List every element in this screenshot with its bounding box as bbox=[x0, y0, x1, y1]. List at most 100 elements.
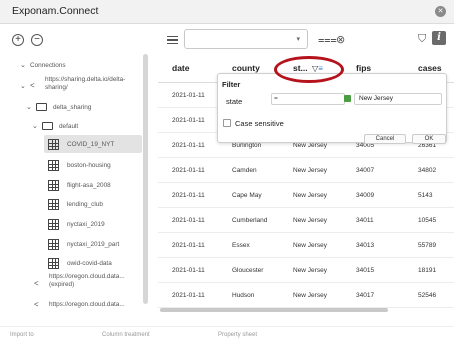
tree-item-label: https://oregon.cloud.data... bbox=[49, 300, 125, 308]
filter-value-input[interactable]: New Jersey bbox=[354, 93, 442, 105]
table-icon bbox=[48, 257, 59, 269]
tree-item-label: COVID_19_NYT bbox=[67, 140, 115, 148]
tree-item-label: lending_club bbox=[67, 200, 103, 208]
tree-item-label: nyctaxi_2019_part bbox=[67, 240, 120, 248]
cell-state: New Jersey bbox=[293, 267, 327, 274]
cell-date: 2021-01-11 bbox=[172, 217, 205, 224]
tree-item-flight-asa-2008[interactable]: flight-asa_2008 bbox=[48, 176, 142, 194]
table-row[interactable]: 2021-01-11 Cumberland New Jersey 34011 1… bbox=[158, 208, 454, 233]
column-search-select[interactable]: ▾ bbox=[184, 29, 308, 49]
clear-filter-icon[interactable]: ⊗ bbox=[336, 33, 345, 46]
cell-date: 2021-01-11 bbox=[172, 292, 205, 299]
tree-item-oregon-expired[interactable]: < https://oregon.cloud.data... (expired) bbox=[34, 273, 142, 295]
highlight-annotation bbox=[274, 56, 344, 83]
table-icon bbox=[48, 198, 59, 210]
cell-state: New Jersey bbox=[293, 167, 327, 174]
share-icon: < bbox=[34, 279, 39, 288]
tree-item-covid-19-nyt[interactable]: COVID_19_NYT bbox=[44, 135, 142, 153]
tab-column-treatment[interactable]: Column treatment bbox=[102, 332, 150, 338]
cell-fips: 34011 bbox=[356, 217, 374, 224]
tree-item-label: https://sharing.delta.io/delta-sharing/ bbox=[45, 76, 126, 91]
cancel-button[interactable]: Cancel bbox=[364, 134, 406, 144]
filter-column-label: state bbox=[226, 97, 243, 106]
table-row[interactable]: 2021-01-11 Essex New Jersey 34013 55789 bbox=[158, 233, 454, 258]
table-row[interactable]: 2021-01-11 Hudson New Jersey 34017 52546 bbox=[158, 283, 454, 308]
cell-county: Cape May bbox=[232, 192, 262, 199]
table-row[interactable]: 2021-01-11 Cape May New Jersey 34009 514… bbox=[158, 183, 454, 208]
add-connection-button[interactable]: + bbox=[12, 34, 24, 46]
chevron-down-icon[interactable]: ⌄ bbox=[20, 61, 30, 69]
ok-button[interactable]: OK bbox=[412, 134, 446, 144]
filter-operator-select[interactable]: = bbox=[271, 93, 345, 105]
tree-item-lending-club[interactable]: lending_club bbox=[48, 195, 142, 213]
cell-date: 2021-01-11 bbox=[172, 242, 205, 249]
table-icon bbox=[48, 159, 59, 171]
chevron-down-icon[interactable]: ⌄ bbox=[26, 103, 36, 111]
tree-item-connections[interactable]: ⌄ Connections bbox=[20, 56, 140, 74]
folder-icon bbox=[36, 103, 47, 111]
case-sensitive-label: Case sensitive bbox=[235, 119, 284, 128]
sidebar-scrollbar[interactable] bbox=[143, 54, 148, 304]
cell-cases: 10545 bbox=[418, 217, 437, 224]
tree-item-nyctaxi-2019-part[interactable]: nyctaxi_2019_part bbox=[48, 235, 142, 253]
chevron-down-icon[interactable]: ⌄ bbox=[20, 82, 30, 90]
tree-item-nyctaxi-2019[interactable]: nyctaxi_2019 bbox=[48, 215, 142, 233]
cell-county: Camden bbox=[232, 167, 257, 174]
cell-fips: 34017 bbox=[356, 292, 375, 299]
cell-cases: 5143 bbox=[418, 192, 433, 199]
tab-import-to[interactable]: Import to bbox=[10, 332, 34, 338]
folder-icon bbox=[42, 122, 53, 130]
table-icon bbox=[48, 238, 59, 250]
tree-item-label: delta_sharing bbox=[53, 103, 92, 111]
table-row[interactable]: 2021-01-11 Gloucester New Jersey 34015 1… bbox=[158, 258, 454, 283]
cell-county: Cumberland bbox=[232, 217, 268, 224]
tab-property-sheet[interactable]: Property sheet bbox=[218, 332, 257, 338]
cell-fips: 34013 bbox=[356, 242, 375, 249]
filter-popup: Filter state = New Jersey Case sensitive… bbox=[217, 73, 447, 144]
tree-item-oregon[interactable]: < https://oregon.cloud.data... bbox=[34, 295, 142, 309]
column-chooser-icon[interactable] bbox=[167, 36, 178, 44]
table-horizontal-scrollbar[interactable] bbox=[160, 308, 388, 312]
cell-state: New Jersey bbox=[293, 217, 327, 224]
tree-item-label: https://oregon.cloud.data... (expired) bbox=[49, 273, 125, 288]
tree-item-owid-covid-data[interactable]: owid-covid-data bbox=[48, 254, 142, 272]
tree-item-label: flight-asa_2008 bbox=[67, 181, 111, 189]
cell-date: 2021-01-11 bbox=[172, 192, 205, 199]
cell-date: 2021-01-11 bbox=[172, 167, 205, 174]
chevron-down-icon[interactable]: ⌄ bbox=[32, 122, 42, 130]
tree-item-label: nyctaxi_2019 bbox=[67, 220, 105, 228]
connections-tree: ⌄ Connections ⌄ < https://sharing.delta.… bbox=[0, 54, 152, 308]
column-header-date[interactable]: date bbox=[172, 54, 189, 82]
tree-item-delta-sharing[interactable]: ⌄ delta_sharing bbox=[26, 98, 142, 116]
cell-county: Gloucester bbox=[232, 267, 264, 274]
table-icon bbox=[48, 218, 59, 230]
case-sensitive-checkbox[interactable] bbox=[223, 119, 231, 127]
table-row[interactable]: 2021-01-11 Camden New Jersey 34007 34802 bbox=[158, 158, 454, 183]
toolbar: + − ▾ ⩶ ⊗ ⛉ i bbox=[0, 25, 454, 53]
remove-connection-button[interactable]: − bbox=[31, 34, 43, 46]
close-icon[interactable]: ✕ bbox=[435, 6, 446, 17]
tree-item-label: owid-covid-data bbox=[67, 259, 112, 267]
shield-icon[interactable]: ⛉ bbox=[418, 33, 426, 46]
cell-date: 2021-01-11 bbox=[172, 117, 205, 124]
plus-icon: + bbox=[15, 34, 21, 45]
operator-stepper-icon[interactable] bbox=[344, 95, 351, 102]
cell-state: New Jersey bbox=[293, 242, 327, 249]
tree-item-share[interactable]: ⌄ < https://sharing.delta.io/delta-shari… bbox=[20, 76, 144, 98]
cell-cases: 18191 bbox=[418, 267, 437, 274]
share-icon: < bbox=[30, 81, 35, 90]
chevron-down-icon: ▾ bbox=[296, 36, 300, 43]
cell-date: 2021-01-11 bbox=[172, 92, 205, 99]
tree-item-label: boston-housing bbox=[67, 161, 111, 169]
tree-item-default[interactable]: ⌄ default bbox=[32, 117, 142, 135]
info-icon[interactable]: i bbox=[432, 31, 446, 45]
cell-cases: 52546 bbox=[418, 292, 437, 299]
cell-county: Hudson bbox=[232, 292, 255, 299]
title-bar: Exponam.Connect ✕ bbox=[0, 0, 454, 24]
cell-fips: 34015 bbox=[356, 267, 375, 274]
share-icon: < bbox=[34, 299, 39, 309]
tree-item-boston-housing[interactable]: boston-housing bbox=[48, 156, 142, 174]
bottom-tabs: Import to Column treatment Property shee… bbox=[0, 326, 454, 343]
filter-icon[interactable]: ⩶ bbox=[318, 34, 337, 47]
tree-item-label: Connections bbox=[30, 61, 66, 69]
